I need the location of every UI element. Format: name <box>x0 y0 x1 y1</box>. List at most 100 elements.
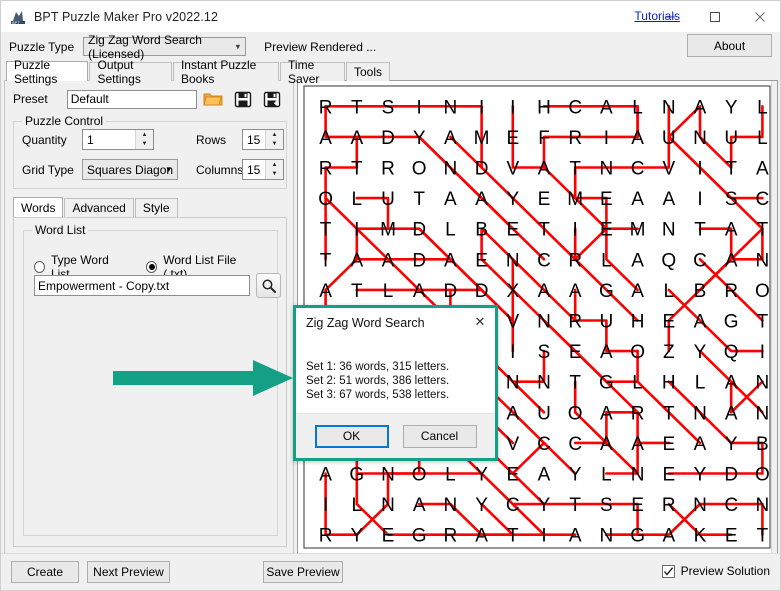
next-preview-button[interactable]: Next Preview <box>87 561 170 583</box>
rows-value: 15 <box>243 133 265 147</box>
grid-letter: A <box>569 281 582 302</box>
grid-type-combobox[interactable]: Squares Diagon ▾ <box>82 159 178 180</box>
tab-time-saver[interactable]: Time Saver <box>280 62 345 81</box>
grid-letter: D <box>724 465 738 486</box>
grid-letter: A <box>382 250 395 271</box>
quantity-down-icon[interactable]: ▼ <box>136 140 153 150</box>
grid-letter: T <box>663 403 675 424</box>
radio-type-word-list[interactable] <box>34 261 45 273</box>
settings-panel: Preset Default <box>4 80 294 554</box>
preview-solution-checkbox-row[interactable]: Preview Solution <box>662 564 770 578</box>
subtab-advanced[interactable]: Advanced <box>64 198 133 217</box>
grid-letter: I <box>479 97 484 118</box>
puzzle-control-group: Puzzle Control Quantity 1 ▲ ▼ Rows 15 ▲ … <box>13 121 287 189</box>
preview-solution-checkbox[interactable] <box>662 565 675 578</box>
grid-letter: A <box>538 281 551 302</box>
close-button[interactable] <box>737 1 781 32</box>
grid-letter: N <box>756 373 770 394</box>
grid-letter: N <box>600 159 614 180</box>
tab-tools[interactable]: Tools <box>346 62 390 81</box>
rows-spin-arrows[interactable]: ▲ ▼ <box>265 130 283 149</box>
floppy-save-icon[interactable] <box>230 88 255 111</box>
grid-letter: T <box>538 220 550 241</box>
tab-output-settings[interactable]: Output Settings <box>89 62 171 81</box>
grid-letter: C <box>537 250 551 271</box>
quantity-stepper[interactable]: 1 ▲ ▼ <box>82 129 154 150</box>
grid-letter: R <box>381 159 395 180</box>
grid-letter: I <box>760 342 765 363</box>
cancel-button[interactable]: Cancel <box>403 425 477 448</box>
grid-letter: V <box>662 159 675 180</box>
folder-open-icon[interactable] <box>201 88 226 111</box>
tutorials-link[interactable]: Tutorials <box>634 9 680 23</box>
grid-letter: Y <box>725 434 738 455</box>
tab-instant-puzzle-books[interactable]: Instant Puzzle Books <box>173 62 279 81</box>
rows-stepper[interactable]: 15 ▲ ▼ <box>242 129 284 150</box>
grid-letter: N <box>444 159 458 180</box>
grid-letter: N <box>693 128 707 149</box>
create-button[interactable]: Create <box>11 561 79 583</box>
grid-letter: G <box>349 465 364 486</box>
subtab-words[interactable]: Words <box>13 197 63 217</box>
columns-up-icon[interactable]: ▲ <box>266 160 283 170</box>
preview-scrollbar[interactable] <box>771 81 777 553</box>
quantity-label: Quantity <box>22 133 67 147</box>
grid-letter: T <box>757 220 769 241</box>
grid-letter: E <box>569 342 582 363</box>
grid-letter: A <box>662 189 675 210</box>
grid-letter: L <box>695 373 706 394</box>
grid-letter: A <box>725 403 738 424</box>
close-icon[interactable]: ✕ <box>472 314 488 330</box>
rows-down-icon[interactable]: ▼ <box>266 140 283 150</box>
words-tab-panel: Word List Type Word List Word List File … <box>13 217 287 547</box>
quantity-up-icon[interactable]: ▲ <box>136 130 153 140</box>
puzzle-type-combobox[interactable]: Zig Zag Word Search (Licensed) ▾ <box>83 37 246 56</box>
dialog-line-3: Set 3: 67 words, 538 letters. <box>306 388 487 402</box>
puzzle-type-label: Puzzle Type <box>9 40 74 54</box>
columns-spin-arrows[interactable]: ▲ ▼ <box>265 160 283 179</box>
grid-letter: H <box>631 312 645 333</box>
ok-button[interactable]: OK <box>315 425 389 448</box>
grid-letter: O <box>630 342 645 363</box>
floppy-save-as-icon[interactable] <box>260 88 285 111</box>
grid-letter: I <box>604 128 609 149</box>
word-list-file-input[interactable]: Empowerment - Copy.txt <box>34 275 250 296</box>
columns-down-icon[interactable]: ▼ <box>266 170 283 180</box>
dialog-title: Zig Zag Word Search <box>306 316 425 330</box>
grid-letter: C <box>756 189 770 210</box>
puzzle-control-title: Puzzle Control <box>22 114 106 128</box>
tab-puzzle-settings[interactable]: Puzzle Settings <box>6 61 88 81</box>
grid-letter: E <box>506 220 519 241</box>
subtab-style[interactable]: Style <box>135 198 178 217</box>
grid-letter: Y <box>506 189 519 210</box>
radio-word-list-file[interactable] <box>146 261 157 273</box>
grid-letter: M <box>630 220 646 241</box>
grid-letter: N <box>693 495 707 516</box>
grid-letter: I <box>354 220 359 241</box>
svg-text:BPT: BPT <box>12 20 20 25</box>
grid-letter: O <box>568 403 583 424</box>
grid-letter: E <box>600 189 613 210</box>
grid-letter: A <box>631 281 644 302</box>
grid-letter: I <box>510 342 515 363</box>
grid-letter: E <box>382 526 395 547</box>
save-preview-button[interactable]: Save Preview <box>263 561 343 583</box>
grid-letter: A <box>538 159 551 180</box>
grid-letter: N <box>381 465 395 486</box>
grid-letter: O <box>755 281 770 302</box>
grid-letter: T <box>694 220 706 241</box>
grid-letter: A <box>444 250 457 271</box>
columns-stepper[interactable]: 15 ▲ ▼ <box>242 159 284 180</box>
rows-up-icon[interactable]: ▲ <box>266 130 283 140</box>
grid-letter: Y <box>475 465 488 486</box>
preset-input[interactable]: Default <box>67 90 197 109</box>
grid-letter: A <box>475 189 488 210</box>
grid-letter: U <box>381 189 395 210</box>
magnifier-icon[interactable] <box>256 273 281 298</box>
about-button[interactable]: About <box>687 34 772 57</box>
word-list-group: Word List Type Word List Word List File … <box>23 230 278 536</box>
grid-letter: U <box>662 128 676 149</box>
chevron-down-icon: ▾ <box>236 41 241 52</box>
quantity-spin-arrows[interactable]: ▲ ▼ <box>135 130 153 149</box>
maximize-button[interactable] <box>692 1 737 32</box>
